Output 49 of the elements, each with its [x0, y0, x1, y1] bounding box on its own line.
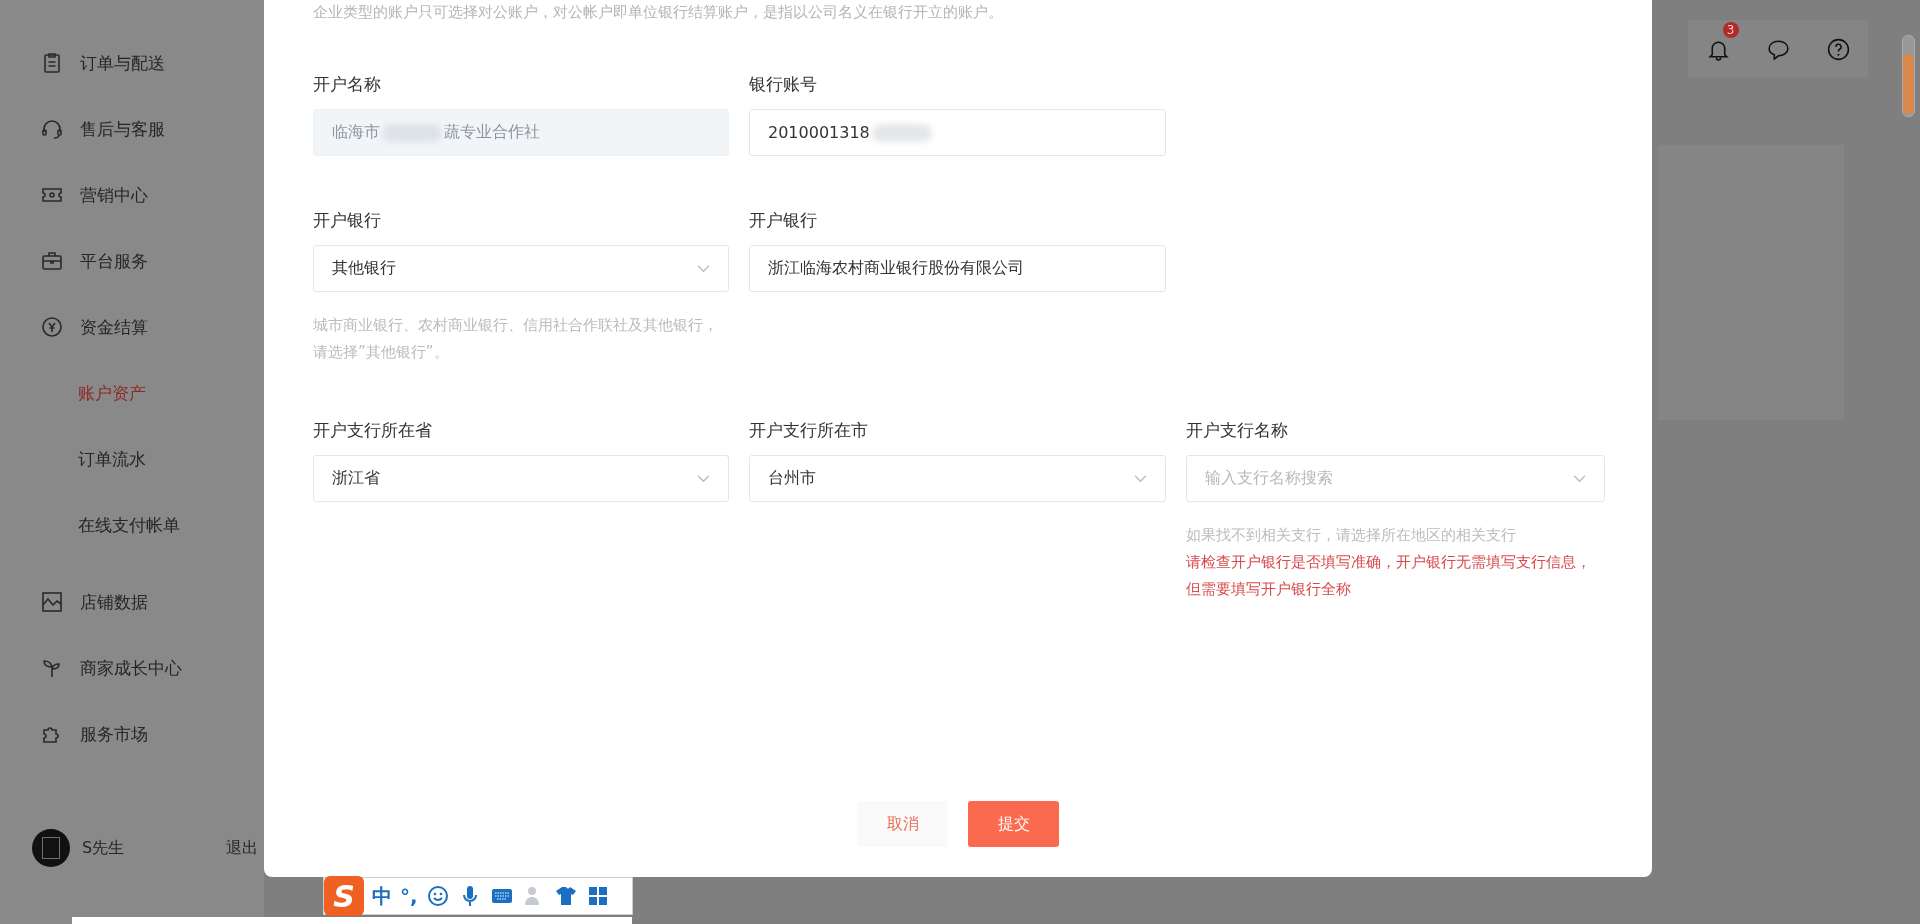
hint-text: 如果找不到相关支行，请选择所在地区的相关支行 — [1186, 525, 1517, 546]
smiley-icon[interactable] — [425, 884, 450, 908]
ime-logo[interactable]: S — [324, 876, 364, 916]
chevron-down-icon — [1573, 474, 1586, 483]
field-label: 开户支行所在市 — [749, 419, 869, 442]
yen-coin-icon — [40, 315, 64, 339]
sidebar-item[interactable]: 平台服务 — [0, 228, 264, 294]
shirt-icon[interactable] — [553, 884, 578, 908]
headset-icon — [40, 117, 64, 141]
field-label: 开户支行所在省 — [313, 419, 433, 442]
scrollbar[interactable] — [1902, 35, 1915, 117]
input-field[interactable]: 2010001318 — [749, 109, 1166, 156]
notification-badge: 3 — [1722, 21, 1739, 38]
error-text: 请检查开户银行是否填写准确，开户银行无需填写支行信息，但需要填写开户银行全称 — [1186, 552, 1592, 600]
sidebar-item[interactable]: 售后与客服 — [0, 96, 264, 162]
redaction-blur — [871, 123, 932, 142]
field-label: 开户银行 — [749, 209, 818, 232]
sidebar-item[interactable]: 资金结算 — [0, 294, 264, 360]
user-name: S先生 — [82, 837, 125, 859]
sidebar-subitem[interactable]: 在线支付帐单 — [0, 492, 264, 558]
avatar-icon — [32, 829, 70, 867]
help-icon[interactable] — [1825, 36, 1851, 62]
punctuation-toggle[interactable]: °, — [400, 884, 418, 908]
select-field[interactable]: 其他银行 — [313, 245, 729, 292]
sidebar-item[interactable]: 营销中心 — [0, 162, 264, 228]
field-label: 银行账号 — [749, 73, 818, 96]
chart-icon — [40, 590, 64, 614]
chevron-down-icon — [1134, 474, 1147, 483]
sidebar-subitem[interactable]: 订单流水 — [0, 426, 264, 492]
chevron-down-icon — [697, 264, 710, 273]
cancel-button[interactable]: 取消 — [857, 801, 948, 847]
sidebar-item[interactable]: 服务市场 — [0, 701, 264, 767]
field-label: 开户银行 — [313, 209, 382, 232]
sidebar-item[interactable]: 订单与配送 — [0, 30, 264, 96]
logout-link[interactable]: 退出 — [226, 837, 264, 859]
field-label: 开户支行名称 — [1186, 419, 1289, 442]
intro-text: 企业类型的账户只可选择对公账户，对公帐户即单位银行结算账户，是指以公司名义在银行开立的账户。 — [313, 2, 1004, 23]
input-field[interactable]: 浙江临海农村商业银行股份有限公司 — [749, 245, 1166, 292]
sidebar-subitem[interactable]: 账户资产 — [0, 360, 264, 426]
select-field[interactable]: 台州市 — [749, 455, 1166, 502]
field-label: 开户名称 — [313, 73, 382, 96]
hint-text: 城市商业银行、农村商业银行、信用社合作联社及其他银行，请选择”其他银行”。 — [313, 315, 719, 363]
sidebar-item[interactable]: 商家成长中心 — [0, 635, 264, 701]
briefcase-icon — [40, 249, 64, 273]
submit-button[interactable]: 提交 — [968, 801, 1059, 847]
select-field[interactable]: 浙江省 — [313, 455, 729, 502]
ime-mode-toggle[interactable]: 中 — [372, 882, 392, 910]
sidebar-item[interactable]: 店铺数据 — [0, 569, 264, 635]
chevron-down-icon — [697, 474, 710, 483]
